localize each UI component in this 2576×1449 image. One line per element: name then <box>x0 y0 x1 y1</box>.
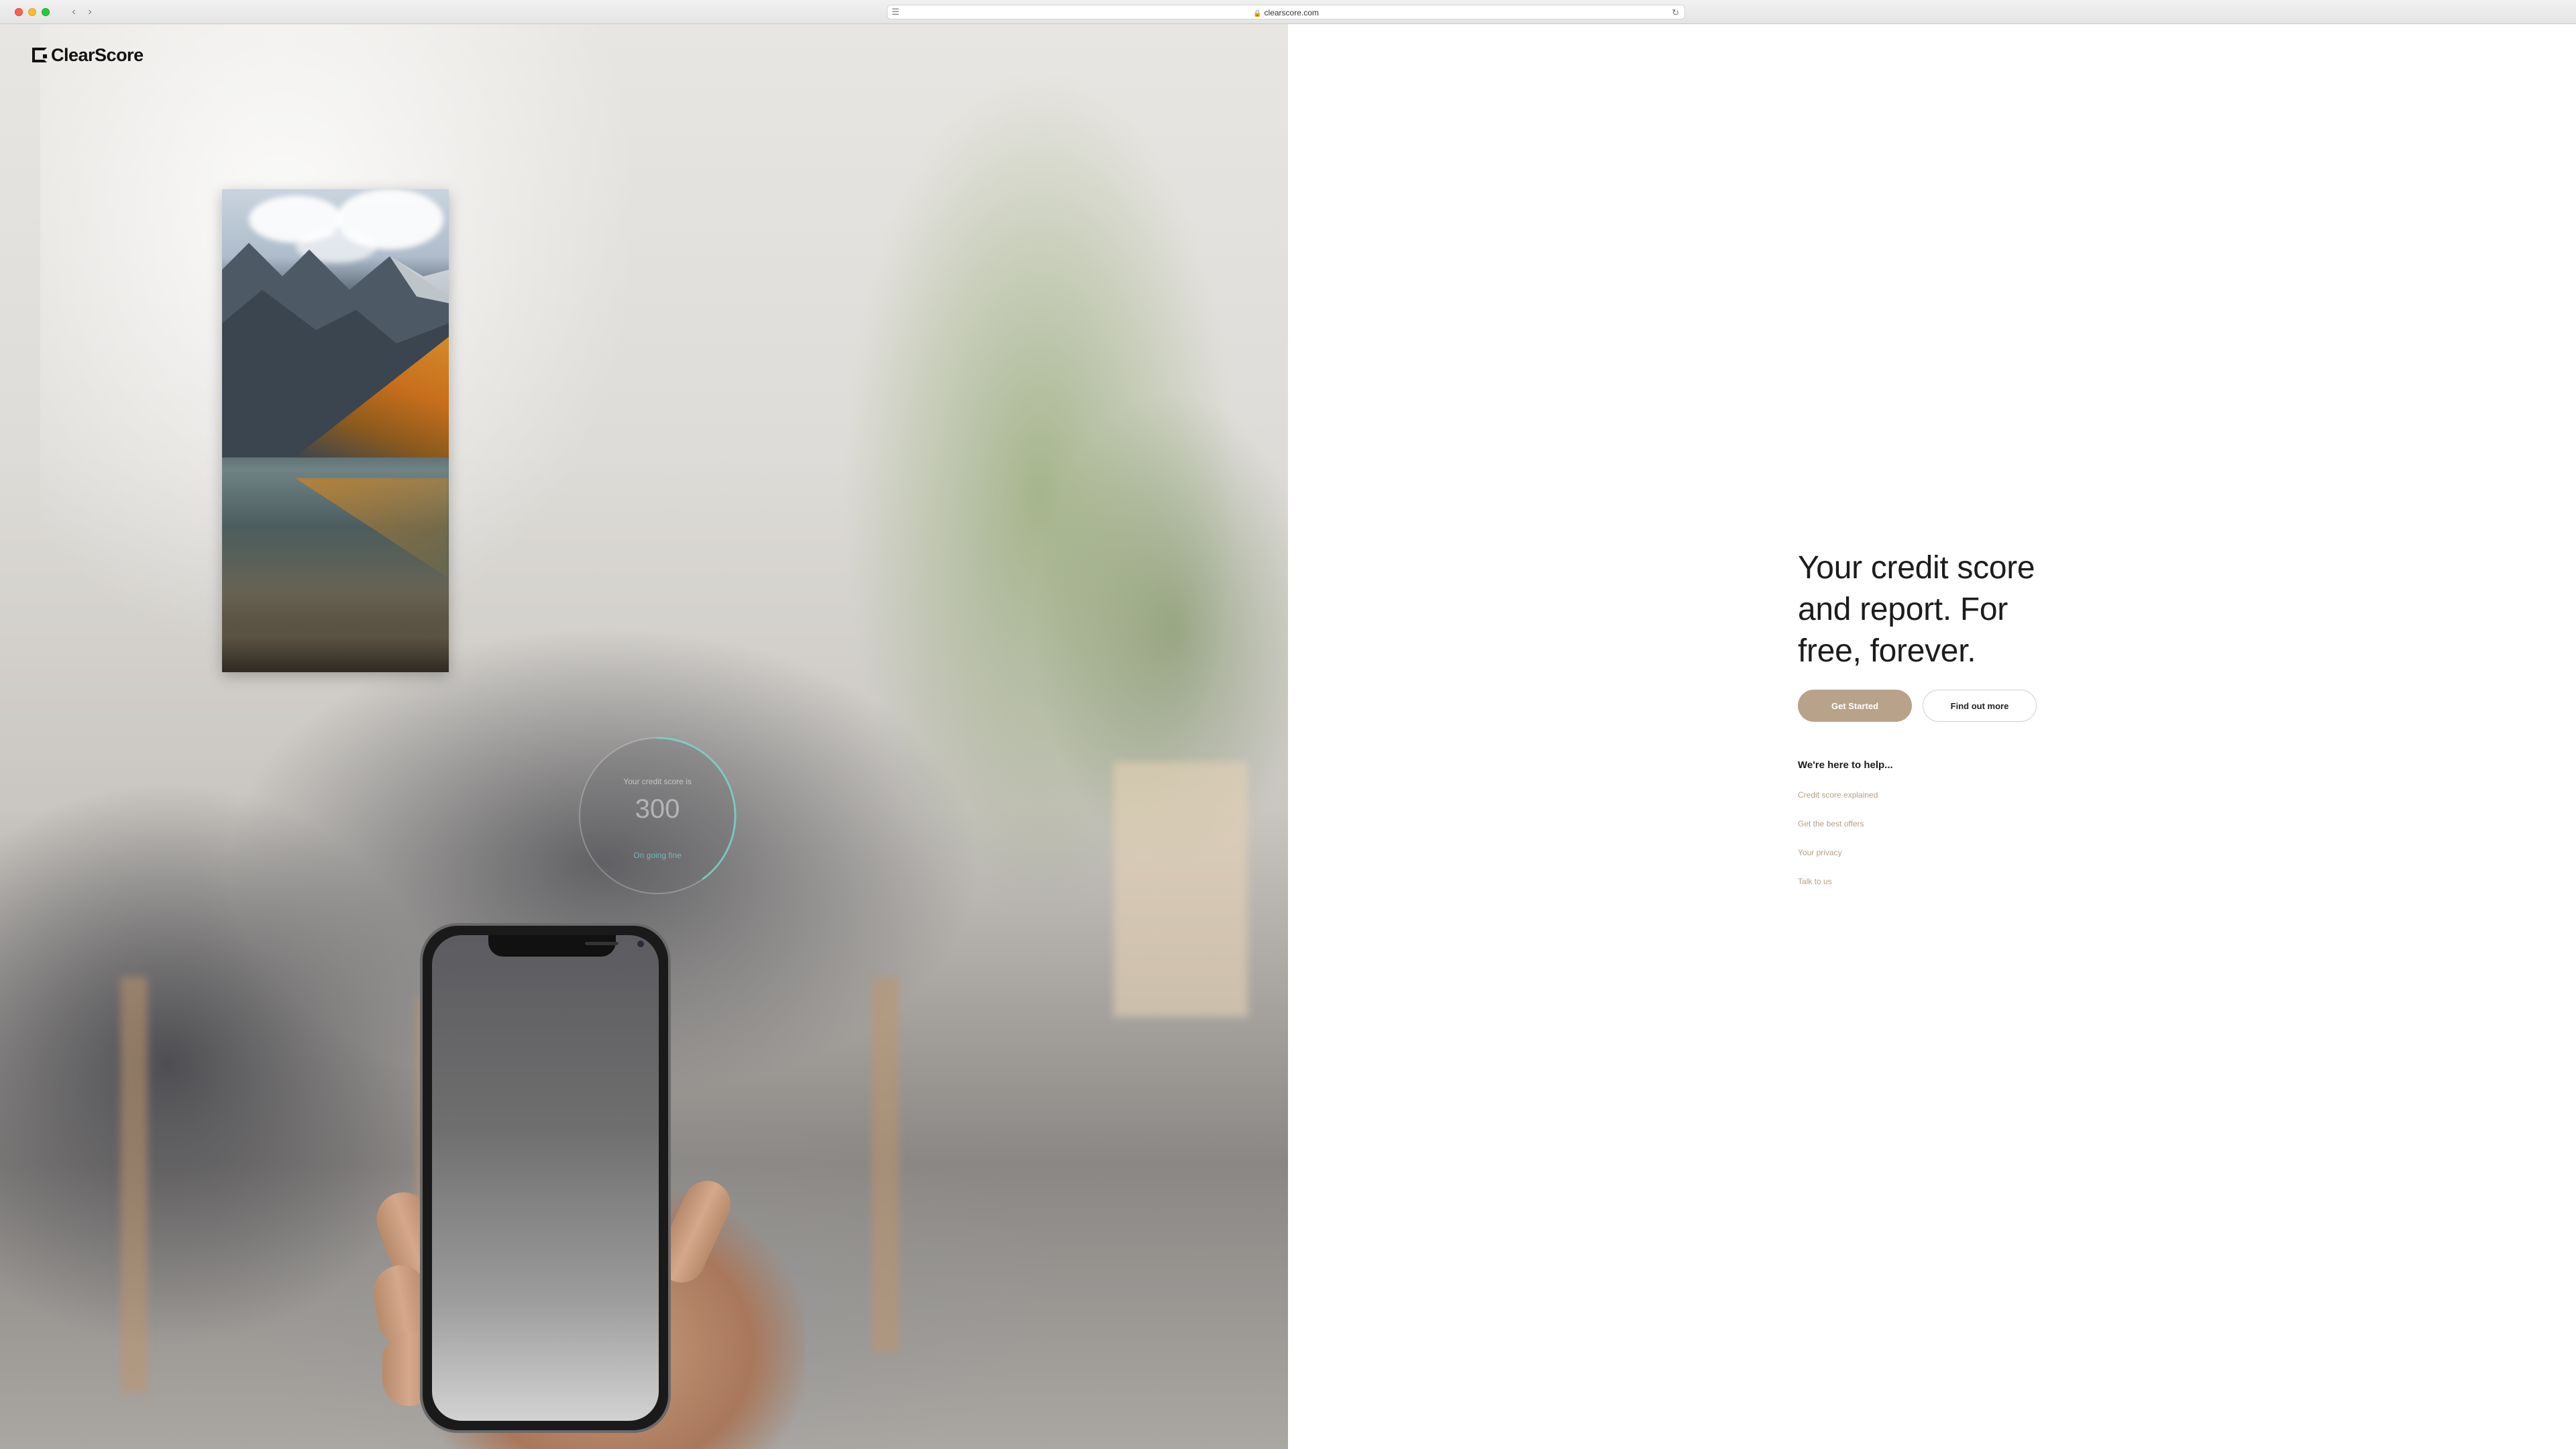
credit-score-explained-link[interactable]: Credit score explained <box>1798 790 1878 800</box>
rocky-shore <box>222 585 449 672</box>
score-label: Your credit score is <box>623 777 692 786</box>
close-window-button[interactable] <box>15 8 23 16</box>
get-started-button[interactable]: Get Started <box>1798 690 1912 722</box>
phone-speaker <box>585 942 619 945</box>
minimize-window-button[interactable] <box>28 8 36 16</box>
lock-icon: 🔒 <box>1253 10 1262 17</box>
phone-notch <box>488 935 644 957</box>
logo-mark-icon <box>32 48 47 62</box>
hero-content-panel: Your credit score and report. For free, … <box>1288 24 2576 1449</box>
lake-reflection <box>294 478 449 578</box>
chair-leg <box>872 977 899 1352</box>
forward-arrow-icon[interactable]: › <box>83 5 97 19</box>
list-item: Credit score explained <box>1798 789 1878 818</box>
phone-screen <box>432 935 659 1421</box>
credit-score-ring: Your credit score is 300 On going fine <box>577 735 738 896</box>
list-item: Your privacy <box>1798 847 1878 875</box>
smartphone <box>420 923 671 1433</box>
hero-headline: Your credit score and report. For free, … <box>1798 550 2035 669</box>
reload-icon[interactable]: ↻ <box>1672 5 1679 20</box>
logo-text: ClearScore <box>51 44 144 65</box>
address-text: 🔒 clearscore.com <box>888 5 1684 20</box>
find-out-more-button[interactable]: Find out more <box>1923 690 2037 722</box>
phone-camera-icon <box>637 941 644 947</box>
clearscore-logo[interactable]: ClearScore <box>32 42 144 68</box>
back-arrow-icon[interactable]: ‹ <box>67 5 80 19</box>
mountain-lake-photo <box>222 189 449 672</box>
list-item: Get the best offers <box>1798 818 1878 847</box>
talk-to-us-link[interactable]: Talk to us <box>1798 877 1832 886</box>
address-bar[interactable]: ☰ 🔒 clearscore.com ↻ <box>887 5 1685 19</box>
sideboard <box>1114 762 1248 1017</box>
chair-leg <box>121 977 148 1393</box>
score-status: On going fine <box>633 851 682 860</box>
zoom-window-button[interactable] <box>42 8 50 16</box>
score-value: 300 <box>635 794 680 824</box>
get-best-offers-link[interactable]: Get the best offers <box>1798 819 1864 828</box>
url-text: clearscore.com <box>1264 8 1319 17</box>
browser-toolbar: ‹ › ☰ 🔒 clearscore.com ↻ <box>0 0 2576 24</box>
help-heading: We're here to help... <box>1798 759 1893 771</box>
your-privacy-link[interactable]: Your privacy <box>1798 848 1842 857</box>
list-item: Talk to us <box>1798 875 1878 904</box>
help-links-list: Credit score explained Get the best offe… <box>1798 789 1878 904</box>
hero-image-panel: ClearScore Your credit score is 300 On g… <box>0 24 1288 1449</box>
